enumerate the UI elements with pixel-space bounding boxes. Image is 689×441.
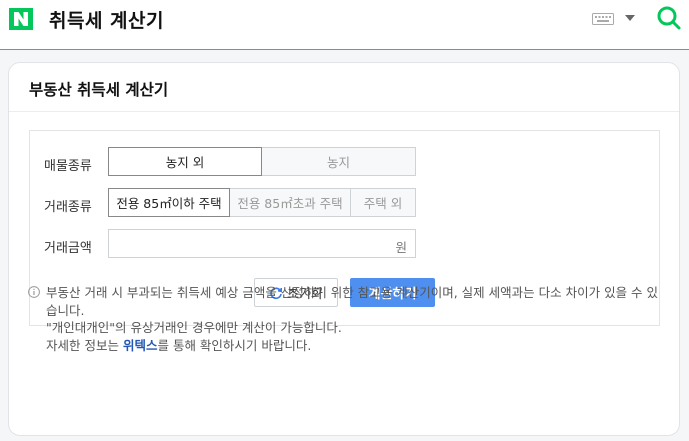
property-type-option-farmland[interactable]: 농지 [262,147,416,176]
property-type-option-non-farmland[interactable]: 농지 외 [108,147,262,176]
search-icon[interactable] [656,5,682,31]
deal-type-option-under-85[interactable]: 전용 85㎡이하 주택 [108,188,230,217]
divider [9,111,679,112]
notice-line-3: 자세한 정보는 위텍스를 통해 확인하시기 바랍니다. [28,337,668,355]
notice-line-1: 부동산 거래 시 부과되는 취득세 예상 금액을 산정하기 위한 참고용 계산기… [46,285,659,318]
naver-logo-icon[interactable] [9,8,33,30]
chevron-down-icon[interactable] [625,15,635,21]
deal-type-label: 거래종류 [44,200,92,215]
calculator-card: 부동산 취득세 계산기 매물종류 농지 외 농지 거래종류 전용 85㎡이하 주… [8,62,680,436]
deal-type-option-over-85[interactable]: 전용 85㎡초과 주택 [230,188,351,217]
deal-type-selector: 전용 85㎡이하 주택 전용 85㎡초과 주택 주택 외 [108,188,416,217]
deal-type-option-non-housing[interactable]: 주택 외 [351,188,416,217]
page-title: 취득세 계산기 [49,10,164,32]
amount-label: 거래금액 [44,241,92,256]
wetax-link[interactable]: 위텍스 [123,338,158,353]
notice-line-2: "개인대개인"의 유상거래인 경우에만 계산이 가능합니다. [46,320,342,335]
top-bar: 취득세 계산기 [0,0,689,50]
amount-unit: 원 [395,240,407,255]
notice-line-3-prefix: 자세한 정보는 [46,337,123,353]
info-icon [28,286,40,298]
keyboard-icon[interactable] [592,13,614,25]
amount-input[interactable] [109,230,379,257]
property-type-selector: 농지 외 농지 [108,147,416,176]
notice-line-3-suffix: 를 통해 확인하시기 바랍니다. [157,337,312,353]
amount-field: 원 [108,229,416,258]
card-title: 부동산 취득세 계산기 [29,81,169,99]
property-type-label: 매물종류 [44,159,92,174]
notice-text: 부동산 거래 시 부과되는 취득세 예상 금액을 산정하기 위한 참고용 계산기… [28,284,668,354]
